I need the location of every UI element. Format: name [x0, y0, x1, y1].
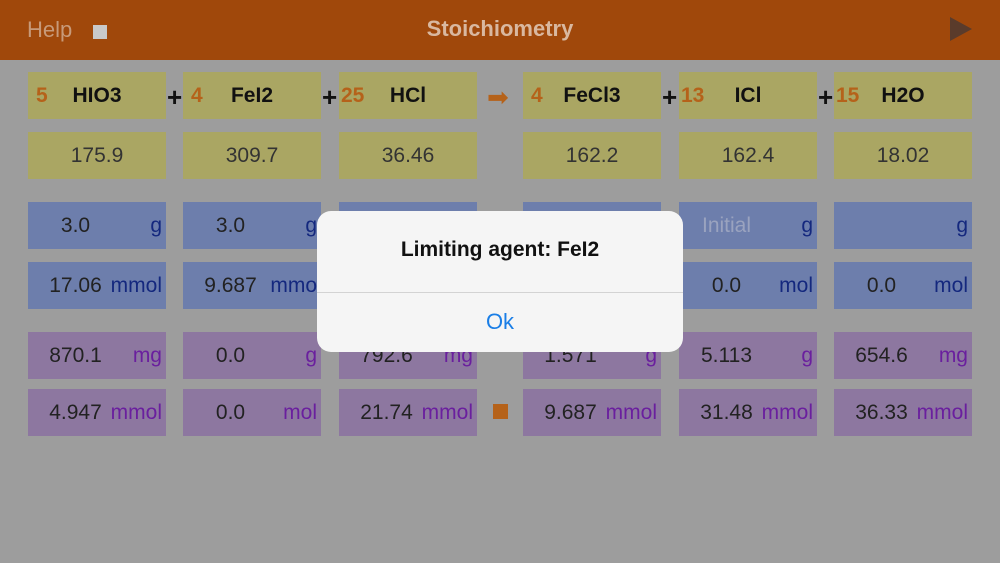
moles-input[interactable]: 0.0 mol [834, 262, 972, 309]
unit-label: mmol [916, 400, 968, 424]
unit-label: mmol [605, 400, 657, 424]
mass-input[interactable]: 3.0 g [183, 202, 321, 249]
moles-input[interactable]: 17.06 mmol [28, 262, 166, 309]
result-mass: 0.0 g [183, 332, 321, 379]
compound-name: HIO3 [72, 83, 122, 107]
play-icon[interactable] [950, 17, 972, 41]
unit-label: mol [934, 273, 968, 297]
unit-label: g [305, 343, 317, 367]
unit-label: mmol [110, 400, 162, 424]
moles-value: 0.0 [215, 400, 246, 424]
result-mass: 870.1 mg [28, 332, 166, 379]
unit-label: g [305, 213, 317, 237]
unit-label: g [150, 213, 162, 237]
plus-sign: + [662, 82, 678, 112]
result-moles: 4.947 mmol [28, 389, 166, 436]
molar-mass: 162.2 [523, 132, 661, 179]
mass-value: 654.6 [855, 343, 908, 367]
unit-label: mg [132, 343, 162, 367]
unit-label: mmol [421, 400, 473, 424]
unit-label: mmo [270, 273, 317, 297]
unit-label: mol [283, 400, 317, 424]
molar-mass: 18.02 [834, 132, 972, 179]
unit-label: mmol [110, 273, 162, 297]
page-title: Stoichiometry [426, 16, 574, 41]
mass-input[interactable]: g [834, 202, 972, 249]
result-moles: 36.33 mmol [834, 389, 972, 436]
compound-name: ICl [734, 83, 762, 107]
unit-label: g [956, 213, 968, 237]
mass-value: 5.113 [701, 343, 752, 367]
compound-3[interactable]: 25 HCl [339, 72, 477, 119]
result-mass: 654.6 mg [834, 332, 972, 379]
alert-message: Limiting agent: FeI2 [400, 238, 600, 261]
alert-dialog: Limiting agent: FeI2 Ok [317, 211, 683, 352]
compound-name: FeI2 [230, 83, 274, 107]
result-mass: 5.113 g [679, 332, 817, 379]
unit-label: g [801, 213, 813, 237]
unit-label: g [801, 343, 813, 367]
compound-2[interactable]: 4 FeI2 [183, 72, 321, 119]
moles-value: 4.947 [49, 400, 102, 424]
result-moles: 21.74 mmol [339, 389, 477, 436]
unit-label: mmol [761, 400, 813, 424]
moles-value: 0.0 [866, 273, 897, 297]
molar-mass: 309.7 [183, 132, 321, 179]
top-bar: Help Stoichiometry [0, 0, 1000, 60]
moles-value: 31.48 [700, 400, 753, 424]
result-moles: 9.687 mmol [523, 389, 661, 436]
moles-value: 9.687 [204, 273, 257, 297]
molar-mass: 36.46 [339, 132, 477, 179]
mass-input[interactable]: Initial g [679, 202, 817, 249]
plus-sign: + [167, 82, 183, 112]
moles-value: 9.687 [544, 400, 597, 424]
compound-6[interactable]: 15 H2O [834, 72, 972, 119]
orange-square-icon [493, 404, 508, 419]
compound-5[interactable]: 13 ICl [679, 72, 817, 119]
unit-label: mol [779, 273, 813, 297]
moles-value: 17.06 [49, 273, 102, 297]
arrow-right-icon: ➡ [487, 82, 509, 112]
moles-value: 36.33 [855, 400, 908, 424]
unit-label: mg [938, 343, 968, 367]
moles-input[interactable]: 0.0 mol [679, 262, 817, 309]
mass-value: 870.1 [49, 343, 102, 367]
compound-4[interactable]: 4 FeCl3 [523, 72, 661, 119]
moles-value: 0.0 [711, 273, 742, 297]
compound-name: FeCl3 [563, 83, 621, 107]
moles-value: 21.74 [360, 400, 413, 424]
moles-input[interactable]: 9.687 mmo [183, 262, 321, 309]
result-moles: 0.0 mol [183, 389, 321, 436]
mass-value: 3.0 [215, 213, 246, 237]
compound-name: HCl [389, 83, 427, 107]
mass-input[interactable]: 3.0 g [28, 202, 166, 249]
mass-value: 3.0 [60, 213, 91, 237]
plus-sign: + [322, 82, 338, 112]
plus-sign: + [818, 82, 834, 112]
mass-value: 0.0 [215, 343, 246, 367]
molar-mass: 175.9 [28, 132, 166, 179]
mass-placeholder: Initial [701, 213, 752, 237]
compound-name: H2O [881, 83, 925, 107]
compound-1[interactable]: 5 HIO3 [28, 72, 166, 119]
result-moles: 31.48 mmol [679, 389, 817, 436]
molar-mass: 162.4 [679, 132, 817, 179]
ok-button[interactable]: Ok [317, 292, 683, 352]
